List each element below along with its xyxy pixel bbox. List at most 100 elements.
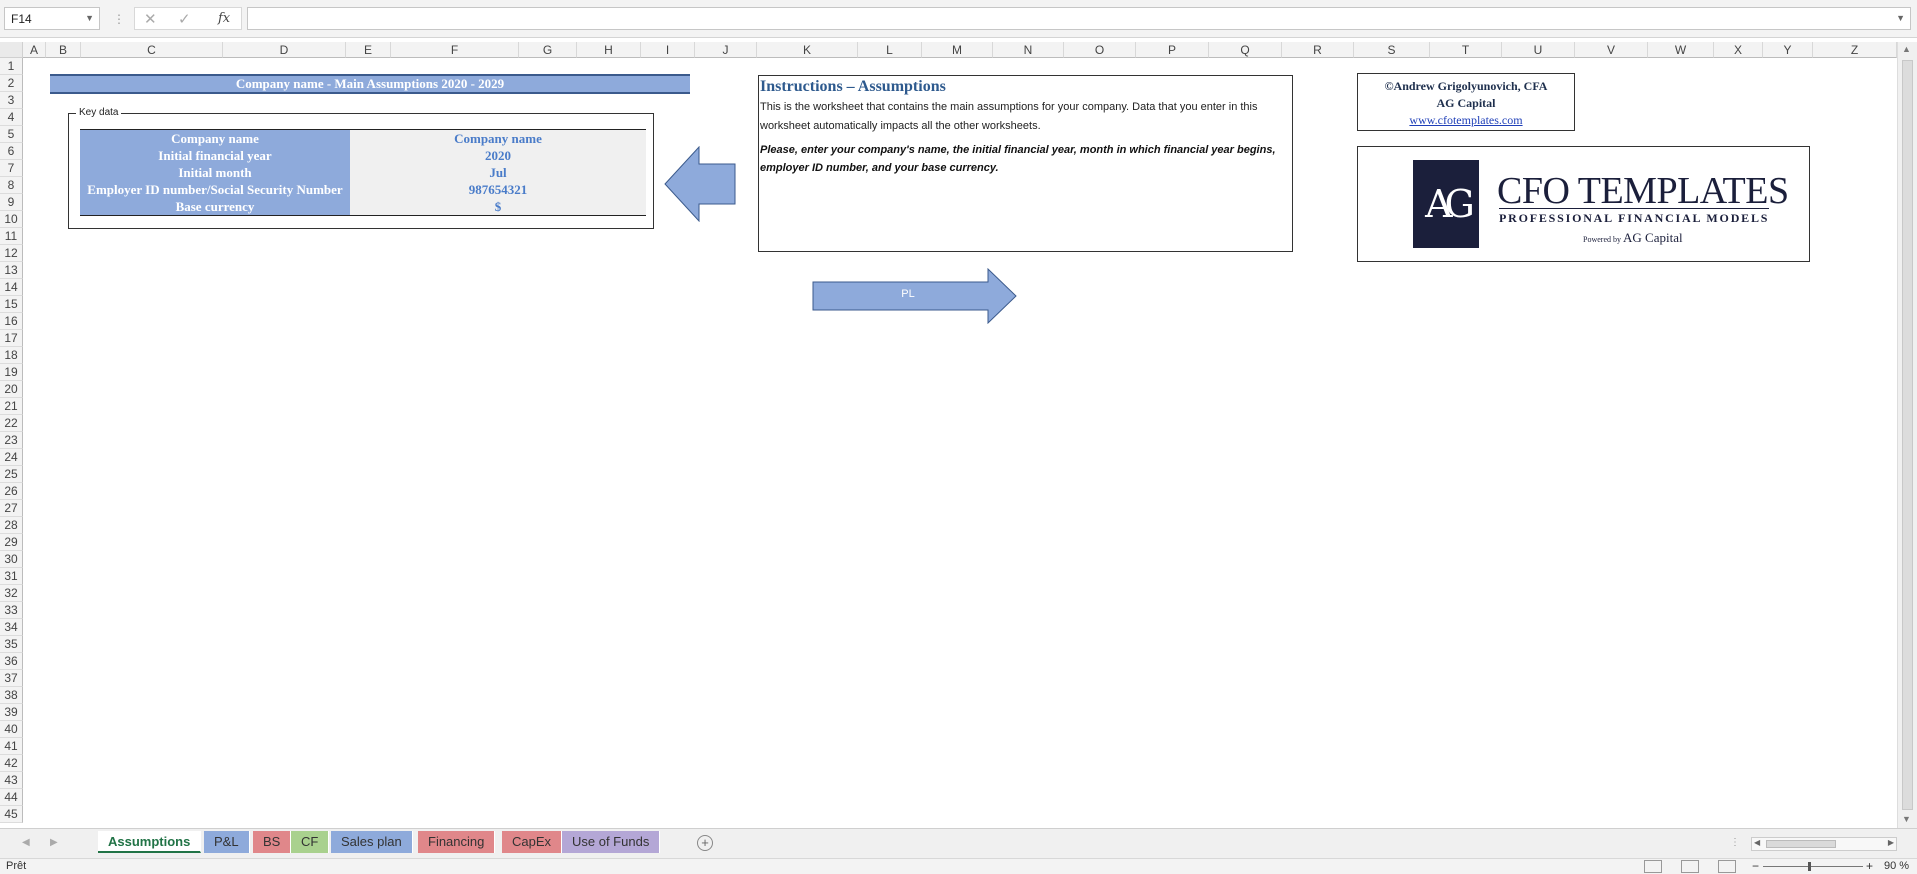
insert-function-icon[interactable]: fx — [218, 11, 230, 26]
row-header[interactable]: 18 — [0, 347, 23, 364]
row-header[interactable]: 35 — [0, 636, 23, 653]
row-header[interactable]: 15 — [0, 296, 23, 313]
expand-formula-icon[interactable]: ▼ — [1896, 13, 1905, 23]
column-header[interactable]: P — [1136, 42, 1209, 58]
column-header[interactable]: W — [1648, 42, 1714, 58]
row-header[interactable]: 21 — [0, 398, 23, 415]
column-header[interactable]: K — [757, 42, 858, 58]
tab-financing[interactable]: Financing — [418, 831, 496, 853]
row-header[interactable]: 43 — [0, 772, 23, 789]
pl-nav-label[interactable]: PL — [813, 288, 1003, 300]
row-header[interactable]: 5 — [0, 126, 23, 143]
row-header[interactable]: 6 — [0, 143, 23, 160]
row-header[interactable]: 45 — [0, 806, 23, 823]
row-header[interactable]: 28 — [0, 517, 23, 534]
column-header[interactable]: L — [858, 42, 922, 58]
row-header[interactable]: 20 — [0, 381, 23, 398]
column-header[interactable]: G — [519, 42, 577, 58]
scroll-thumb[interactable] — [1902, 60, 1913, 810]
row-header[interactable]: 24 — [0, 449, 23, 466]
tab-capex[interactable]: CapEx — [502, 831, 563, 853]
row-header[interactable]: 36 — [0, 653, 23, 670]
row-header[interactable]: 38 — [0, 687, 23, 704]
zoom-slider[interactable] — [1763, 866, 1863, 867]
column-header[interactable]: O — [1064, 42, 1136, 58]
row-header[interactable]: 29 — [0, 534, 23, 551]
column-header[interactable]: Y — [1763, 42, 1813, 58]
formula-input[interactable]: ▼ — [247, 7, 1911, 30]
column-header[interactable]: N — [993, 42, 1064, 58]
page-break-view-icon[interactable] — [1718, 860, 1736, 873]
key-data-value-cell[interactable]: 2020 — [350, 147, 646, 164]
name-box[interactable]: F14 ▼ — [4, 7, 100, 30]
row-header[interactable]: 22 — [0, 415, 23, 432]
horizontal-scrollbar[interactable]: ◀ ▶ — [1751, 837, 1897, 851]
tab-scroll-right-icon[interactable]: ▶ — [50, 837, 58, 848]
row-header[interactable]: 42 — [0, 755, 23, 772]
row-header[interactable]: 8 — [0, 177, 23, 194]
website-link[interactable]: www.cfotemplates.com — [1409, 113, 1522, 127]
page-layout-view-icon[interactable] — [1681, 860, 1699, 873]
row-header[interactable]: 11 — [0, 228, 23, 245]
row-header[interactable]: 13 — [0, 262, 23, 279]
row-header[interactable]: 44 — [0, 789, 23, 806]
key-data-value-cell[interactable]: Jul — [350, 164, 646, 181]
column-header[interactable]: E — [346, 42, 391, 58]
scroll-right-icon[interactable]: ▶ — [1888, 838, 1894, 847]
select-all-corner[interactable] — [0, 42, 23, 58]
column-header[interactable]: S — [1354, 42, 1430, 58]
row-header[interactable]: 17 — [0, 330, 23, 347]
cancel-icon[interactable]: ✕ — [144, 10, 157, 28]
tab-splitter-icon[interactable]: ⋮ — [1730, 837, 1740, 848]
tab-pl[interactable]: P&L — [204, 831, 250, 853]
row-header[interactable]: 12 — [0, 245, 23, 262]
zoom-out-icon[interactable]: − — [1752, 859, 1759, 873]
row-header[interactable]: 9 — [0, 194, 23, 211]
normal-view-icon[interactable] — [1644, 860, 1662, 873]
scroll-left-icon[interactable]: ◀ — [1754, 838, 1760, 847]
column-header[interactable]: Q — [1209, 42, 1282, 58]
row-header[interactable]: 32 — [0, 585, 23, 602]
column-header[interactable]: U — [1502, 42, 1575, 58]
row-header[interactable]: 7 — [0, 160, 23, 177]
column-header[interactable]: X — [1714, 42, 1763, 58]
tab-cf[interactable]: CF — [291, 831, 330, 853]
column-header[interactable]: H — [577, 42, 641, 58]
column-header[interactable]: V — [1575, 42, 1648, 58]
row-header[interactable]: 1 — [0, 58, 23, 75]
row-header[interactable]: 2 — [0, 75, 23, 92]
row-header[interactable]: 31 — [0, 568, 23, 585]
column-header[interactable]: M — [922, 42, 993, 58]
column-header[interactable]: J — [695, 42, 757, 58]
row-header[interactable]: 10 — [0, 211, 23, 228]
row-header[interactable]: 3 — [0, 92, 23, 109]
scroll-down-icon[interactable]: ▼ — [1902, 814, 1911, 824]
scroll-up-icon[interactable]: ▲ — [1902, 44, 1911, 54]
row-header[interactable]: 14 — [0, 279, 23, 296]
column-header[interactable]: C — [81, 42, 223, 58]
key-data-value-cell[interactable]: 987654321 — [350, 181, 646, 198]
zoom-level[interactable]: 90 % — [1884, 860, 1909, 872]
column-header[interactable]: A — [23, 42, 46, 58]
row-header[interactable]: 33 — [0, 602, 23, 619]
column-header[interactable]: B — [46, 42, 81, 58]
tab-scroll-left-icon[interactable]: ◀ — [22, 837, 30, 848]
column-header[interactable]: D — [223, 42, 346, 58]
chevron-down-icon[interactable]: ▼ — [85, 13, 94, 23]
h-scroll-thumb[interactable] — [1766, 840, 1836, 848]
row-header[interactable]: 39 — [0, 704, 23, 721]
column-header[interactable]: F — [391, 42, 519, 58]
tab-sales-plan[interactable]: Sales plan — [331, 831, 413, 853]
row-header[interactable]: 40 — [0, 721, 23, 738]
key-data-value-cell[interactable]: $ — [350, 198, 646, 215]
vertical-scrollbar[interactable]: ▲ ▼ — [1897, 42, 1917, 828]
column-header[interactable]: Z — [1813, 42, 1897, 58]
row-header[interactable]: 16 — [0, 313, 23, 330]
key-data-value-cell[interactable]: Company name — [350, 130, 646, 147]
column-header[interactable]: T — [1430, 42, 1502, 58]
row-header[interactable]: 41 — [0, 738, 23, 755]
column-header[interactable]: R — [1282, 42, 1354, 58]
zoom-slider-thumb[interactable] — [1808, 862, 1811, 871]
tab-bs[interactable]: BS — [253, 831, 292, 853]
row-header[interactable]: 4 — [0, 109, 23, 126]
